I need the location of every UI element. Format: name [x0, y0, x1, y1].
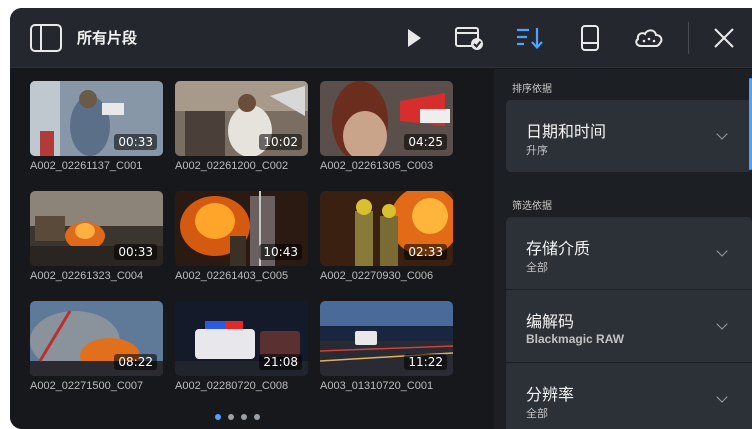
clip-duration: 21:08 [259, 354, 302, 370]
sort-dropdown[interactable]: 日期和时间 升序 [506, 100, 752, 172]
page-title: 所有片段 [77, 29, 138, 47]
chevron-down-icon [716, 318, 728, 330]
clip-thumbnail[interactable]: 10:43 [175, 191, 308, 266]
filter-resolution-dropdown[interactable]: 分辨率 全部 [506, 363, 752, 429]
sort-button[interactable] [513, 22, 547, 54]
filter-title: 编解码 [526, 312, 575, 331]
play-icon [407, 29, 421, 47]
clip-check-icon [455, 27, 483, 50]
filter-value: 全部 [526, 407, 548, 420]
clip-duration: 08:22 [114, 354, 157, 370]
play-button[interactable] [397, 22, 431, 54]
filter-media-dropdown[interactable]: 存储介质 全部 [506, 217, 752, 289]
clip-duration: 10:43 [259, 244, 302, 260]
storage-button[interactable] [573, 22, 607, 54]
chevron-down-icon [716, 245, 728, 257]
filter-value: Blackmagic RAW [526, 332, 625, 346]
clip-name: A002_02270930_C006 [320, 270, 434, 282]
filter-value: 全部 [526, 261, 548, 274]
sort-value: 升序 [526, 144, 548, 157]
clip-thumbnail[interactable]: 00:33 [30, 191, 163, 266]
chevron-down-icon [716, 128, 728, 140]
clip-duration: 00:33 [114, 134, 157, 150]
clip-thumbnail[interactable]: 10:02 [175, 81, 308, 156]
clip-duration: 10:02 [259, 134, 302, 150]
drive-icon [581, 25, 599, 51]
device-screen: 所有片段 00:33 A002_02261137_C001 10:02 A002… [10, 8, 752, 429]
close-button[interactable] [707, 22, 741, 54]
clip-name: A002_02280720_C008 [175, 380, 289, 392]
clip-thumbnail[interactable]: 02:33 [320, 191, 453, 266]
clip-duration: 00:33 [114, 244, 157, 260]
page-dot[interactable] [215, 414, 221, 420]
cloud-icon [635, 29, 663, 47]
sort-icon [517, 28, 543, 50]
header-bar: 所有片段 [10, 8, 752, 68]
clip-name: A002_02261305_C003 [320, 160, 434, 172]
sort-filter-panel: 排序依据 日期和时间 升序 筛选依据 存储介质 全部 编解码 Blackmagi… [494, 69, 752, 429]
clip-name: A003_01310720_C001 [320, 380, 434, 392]
clip-name: A002_02271500_C007 [30, 380, 144, 392]
filter-codec-dropdown[interactable]: 编解码 Blackmagic RAW [506, 290, 752, 362]
page-dot[interactable] [241, 414, 247, 420]
clip-name: A002_02261137_C001 [30, 160, 143, 172]
clip-name: A002_02261403_C005 [175, 270, 289, 282]
sort-title: 日期和时间 [526, 122, 607, 141]
page-indicator [215, 414, 260, 420]
filter-title: 存储介质 [526, 239, 591, 258]
page-dot[interactable] [228, 414, 234, 420]
page-dot[interactable] [254, 414, 260, 420]
media-select-button[interactable] [453, 22, 487, 54]
clip-name: A002_02261323_C004 [30, 270, 144, 282]
cloud-button[interactable] [632, 22, 666, 54]
clip-thumbnail[interactable]: 04:25 [320, 81, 453, 156]
clip-duration: 02:33 [404, 244, 447, 260]
filter-title: 分辨率 [526, 385, 575, 404]
clip-thumbnail[interactable]: 21:08 [175, 301, 308, 376]
clip-duration: 04:25 [404, 134, 447, 150]
clip-thumbnail[interactable]: 00:33 [30, 81, 163, 156]
clip-name: A002_02261200_C002 [175, 160, 289, 172]
filter-section-label: 筛选依据 [512, 201, 552, 212]
panel-toggle-icon[interactable] [30, 24, 62, 52]
close-icon [714, 28, 734, 48]
clip-thumbnail[interactable]: 11:22 [320, 301, 453, 376]
clip-thumbnail[interactable]: 08:22 [30, 301, 163, 376]
clip-duration: 11:22 [404, 354, 447, 370]
clip-grid: 00:33 A002_02261137_C001 10:02 A002_0226… [10, 69, 494, 429]
chevron-down-icon [716, 391, 728, 403]
header-divider [688, 22, 689, 54]
sort-section-label: 排序依据 [512, 84, 552, 95]
